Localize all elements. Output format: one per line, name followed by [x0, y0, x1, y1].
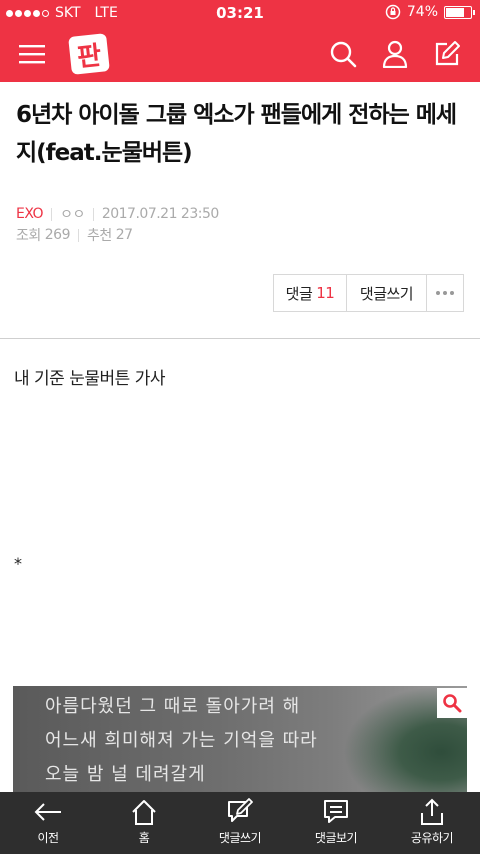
view-comments-label: 댓글보기: [314, 831, 358, 845]
article-actions: 댓글 11 댓글쓰기: [273, 274, 464, 312]
article-meta: EXO ㅇㅇ 2017.07.21 23:50: [16, 204, 219, 224]
article-title: 6년차 아이돌 그룹 엑소가 팬들에게 전하는 메세지(feat.눈물버튼): [16, 102, 457, 166]
divider: [92, 207, 94, 221]
views-count: 269: [44, 227, 71, 243]
lyric-line: 오늘 밤 널 데려갈게: [45, 764, 206, 785]
share-tool[interactable]: 공유하기: [384, 792, 480, 854]
write-comment-label: 댓글쓰기: [218, 831, 262, 845]
more-icon: [436, 291, 454, 295]
write-comment-button[interactable]: 댓글쓰기: [346, 275, 426, 311]
user-button[interactable]: [377, 36, 413, 72]
content-divider: [0, 338, 480, 339]
menu-button[interactable]: [14, 36, 50, 72]
home-label: 홈: [138, 831, 150, 845]
home-icon: [132, 800, 156, 825]
home-button[interactable]: 홈: [96, 792, 192, 854]
battery-fill: [446, 7, 464, 17]
category-link[interactable]: EXO: [16, 206, 44, 222]
body-text: 내 기준 눈물버튼 가사: [14, 369, 165, 389]
view-comments-icon: [324, 800, 348, 823]
write-comment-icon: [228, 798, 253, 822]
more-button[interactable]: [426, 275, 463, 311]
comments-count: 11: [316, 284, 335, 302]
status-bar: SKT LTE 03:21 74%: [0, 0, 480, 26]
post-date: 2017.07.21 23:50: [101, 206, 219, 222]
menu-icon: [19, 45, 45, 64]
recommend-count: 27: [115, 227, 133, 243]
views-label: 조회: [16, 228, 41, 244]
body-asterisk: *: [14, 554, 22, 573]
back-arrow-icon: [34, 803, 61, 821]
search-icon: [330, 41, 357, 68]
user-icon: [382, 40, 408, 68]
bottom-toolbar: 이전 홈 댓글쓰기 댓글보기 공유하기: [0, 792, 480, 854]
battery-percent: 74%: [406, 4, 438, 20]
article-stats: 조회 269 추천 27: [16, 225, 133, 245]
search-button[interactable]: [325, 36, 361, 72]
edit-icon: [435, 41, 460, 66]
recommend-label: 추천: [87, 228, 112, 244]
write-button[interactable]: [429, 36, 465, 72]
share-icon: [421, 798, 443, 825]
battery-icon: [444, 5, 475, 19]
author-name[interactable]: ㅇㅇ: [60, 204, 85, 224]
comments-label: 댓글: [285, 284, 313, 303]
lyrics-image[interactable]: 아름다웠던 그 때로 돌아가려 해 어느새 희미해져 가는 기억을 따라 오늘 …: [13, 686, 467, 796]
image-zoom-button[interactable]: [437, 688, 467, 718]
share-label: 공유하기: [410, 831, 454, 845]
view-comments-tool[interactable]: 댓글보기: [288, 792, 384, 854]
logo[interactable]: 판: [68, 33, 110, 75]
comments-button[interactable]: 댓글 11: [274, 275, 346, 311]
zoom-icon: [443, 694, 462, 713]
write-comment-tool[interactable]: 댓글쓰기: [192, 792, 288, 854]
nav-bar: 판: [0, 26, 480, 82]
rotation-lock-icon: [385, 4, 401, 20]
status-right: 74%: [385, 4, 475, 20]
divider: [51, 207, 53, 221]
divider: [78, 228, 79, 242]
back-button[interactable]: 이전: [0, 792, 96, 854]
lyric-line: 어느새 희미해져 가는 기억을 따라: [45, 730, 318, 751]
lyric-line: 아름다웠던 그 때로 돌아가려 해: [45, 696, 301, 717]
back-label: 이전: [37, 831, 59, 845]
